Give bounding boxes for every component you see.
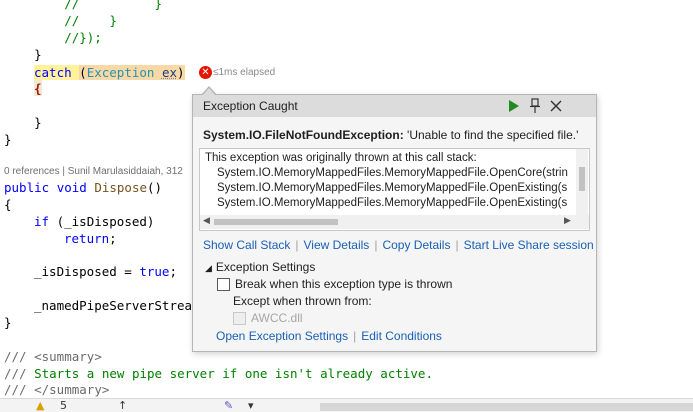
scroll-thumb[interactable] [214,219,338,225]
exception-actions: Show Call Stack | View Details | Copy Detail… [203,238,594,252]
assign-line: _isDisposed = true; [34,263,177,280]
code-line: //}); [4,30,102,45]
exception-text: 'Unable to find the specified file.' [403,128,579,142]
method-parens: () [147,180,163,195]
break-when-thrown-option[interactable]: Break when this exception type is thrown [217,277,453,292]
warning-count[interactable]: 5 [60,399,67,412]
call-stack-intro: This exception was originally thrown at … [205,152,477,164]
call-stack-box[interactable]: This exception was originally thrown at … [199,148,590,231]
if-condition: (_isDisposed) [49,214,155,229]
if-line: if (_isDisposed) [34,213,154,230]
return-line: return; [64,230,117,247]
module-option: AWCC.dll [233,311,303,326]
dropdown-icon[interactable]: ▾ [248,399,254,412]
exception-settings-header[interactable]: ◢ Exception Settings [205,260,315,274]
doc-comment-line: /// <summary> [4,348,102,365]
keyword-if: if [34,214,50,229]
open-exception-settings-link[interactable]: Open Exception Settings [216,329,348,343]
stack-vertical-scrollbar[interactable] [576,149,588,215]
code-line: } [4,47,42,62]
exception-type: System.IO.FileNotFoundException: [203,128,404,142]
keyword-return: return [64,231,110,246]
exception-message: System.IO.FileNotFoundException: 'Unable… [203,128,588,142]
code-line: { [4,197,12,212]
call-stack-frame: System.IO.MemoryMappedFiles.MemoryMapped… [217,182,568,194]
view-details-link[interactable]: View Details [304,238,370,252]
code-line: { [34,81,42,96]
doc-prefix: /// [4,349,35,364]
break-when-thrown-label: Break when this exception type is thrown [235,277,453,291]
keyword-void: void [56,180,87,195]
code-line: // } [4,13,117,28]
doc-tag: <summary> [34,349,102,364]
method-name: Dispose [94,180,148,195]
catch-open-paren: ( [79,65,87,80]
catch-variable: ex [161,65,178,80]
doc-text: Starts a new pipe server if one isn't al… [34,366,433,381]
call-stack-frame: System.IO.MemoryMappedFiles.MemoryMapped… [217,197,568,209]
assign-left: _isDisposed = [34,264,140,279]
scroll-thumb[interactable] [579,167,585,191]
continue-play-icon[interactable] [508,98,520,114]
doc-prefix: /// [4,366,35,381]
break-when-thrown-checkbox[interactable] [217,278,230,292]
code-line: } [4,315,12,330]
call-stack-frame: System.IO.MemoryMappedFiles.MemoryMapped… [217,167,568,179]
module-checkbox [233,312,246,326]
doc-comment-line: /// </summary> [4,381,109,398]
doc-prefix: /// [4,382,35,397]
live-share-link[interactable]: Start Live Share session [464,238,594,252]
popup-header: Exception Caught [193,95,596,117]
code-line: _namedPipeServerStrea [34,298,193,313]
warning-icon[interactable]: ▲ [36,399,44,412]
keyword-public: public [4,180,50,195]
code-line: // } [4,0,163,11]
edit-conditions-link[interactable]: Edit Conditions [361,329,442,343]
code-line: } [4,132,12,147]
popup-title: Exception Caught [203,99,298,113]
assign-semicolon: ; [169,264,177,279]
error-icon[interactable]: ✕ [199,66,212,79]
codelens-references[interactable]: 0 references | Sunil Marulasiddaiah, 312 [4,166,183,177]
except-when-label: Except when thrown from: [233,294,372,308]
catch-close-paren: ) [177,65,185,80]
doc-tag: </summary> [34,382,110,397]
pin-icon[interactable] [529,98,541,114]
stack-horizontal-scrollbar[interactable]: ◀ ▶ [200,215,589,229]
exception-helper-popup: Exception Caught System.IO.FileNotFoundE… [192,88,597,352]
popup-pointer-inner [202,88,216,96]
up-arrow-icon[interactable]: ↑ [118,399,127,412]
doc-comment-line: /// Starts a new pipe server if one isn'… [4,365,433,382]
catch-keyword: catch [34,65,72,80]
magic-wand-icon[interactable]: ✎ [224,399,233,412]
scroll-right-icon[interactable]: ▶ [564,216,571,226]
catch-type: Exception [86,65,155,80]
close-icon[interactable] [549,98,563,114]
copy-details-link[interactable]: Copy Details [382,238,450,252]
keyword-true: true [139,264,170,279]
settings-actions: Open Exception Settings | Edit Conditions [216,329,442,343]
show-call-stack-link[interactable]: Show Call Stack [203,238,290,252]
perf-tip-elapsed: ≤1ms elapsed [213,67,276,78]
catch-line: catch (Exception ex) [34,64,185,81]
module-label: AWCC.dll [251,311,303,325]
collapse-triangle-icon[interactable]: ◢ [205,264,212,274]
exception-settings-label: Exception Settings [215,260,316,274]
return-semicolon: ; [109,231,117,246]
code-line: } [4,115,42,130]
method-signature: public void Dispose() [4,179,162,196]
scroll-left-icon[interactable]: ◀ [203,216,210,226]
editor-horizontal-scrollbar[interactable] [320,403,693,411]
